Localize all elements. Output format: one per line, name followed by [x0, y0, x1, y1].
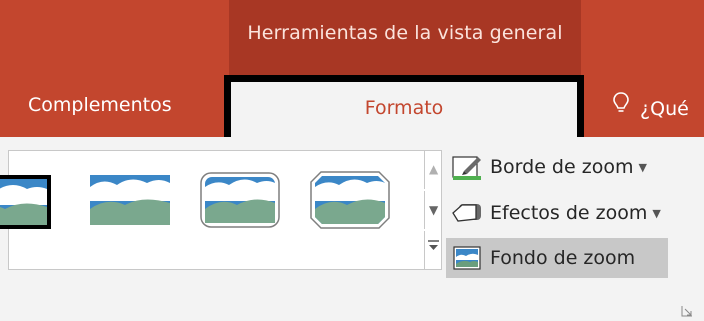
- gallery-item-selected[interactable]: [0, 175, 51, 229]
- effects-icon: [450, 199, 484, 227]
- tab-complementos[interactable]: Complementos: [28, 94, 172, 116]
- gallery-scroll-up[interactable]: ▲: [424, 151, 442, 189]
- pen-border-icon: [450, 153, 484, 181]
- scroll-down-icon: ▼: [429, 203, 439, 217]
- zoom-background-label: Fondo de zoom: [490, 247, 636, 269]
- dropdown-arrow-icon: ▼: [652, 206, 661, 220]
- gallery-more-button[interactable]: [424, 231, 442, 270]
- gallery-scroll-down[interactable]: ▼: [424, 191, 442, 229]
- zoom-border-button[interactable]: Borde de zoom ▼: [446, 147, 647, 187]
- zoom-effects-label: Efectos de zoom: [490, 202, 648, 224]
- tell-me-search[interactable]: ¿Qué: [612, 91, 689, 120]
- gallery-item-rounded[interactable]: [199, 169, 281, 231]
- contextual-group-label: Herramientas de la vista general: [247, 22, 563, 44]
- zoom-border-label: Borde de zoom: [490, 156, 634, 178]
- zoom-background-button[interactable]: Fondo de zoom: [446, 238, 668, 278]
- gallery-item-beveled[interactable]: [309, 169, 391, 231]
- picture-background-icon: [450, 244, 484, 272]
- gallery-more-icon: [428, 237, 439, 256]
- tab-formato-label: Formato: [364, 97, 444, 119]
- gallery-item-rectangle[interactable]: [89, 169, 171, 231]
- zoom-effects-button[interactable]: Efectos de zoom ▼: [446, 193, 661, 233]
- zoom-styles-gallery[interactable]: ▲ ▼: [0, 150, 442, 270]
- dropdown-arrow-icon: ▼: [638, 160, 647, 174]
- lightbulb-icon: [612, 91, 634, 120]
- tell-me-text: ¿Qué: [640, 98, 689, 120]
- dialog-launcher-icon[interactable]: [681, 302, 693, 317]
- scroll-up-icon: ▲: [429, 162, 439, 176]
